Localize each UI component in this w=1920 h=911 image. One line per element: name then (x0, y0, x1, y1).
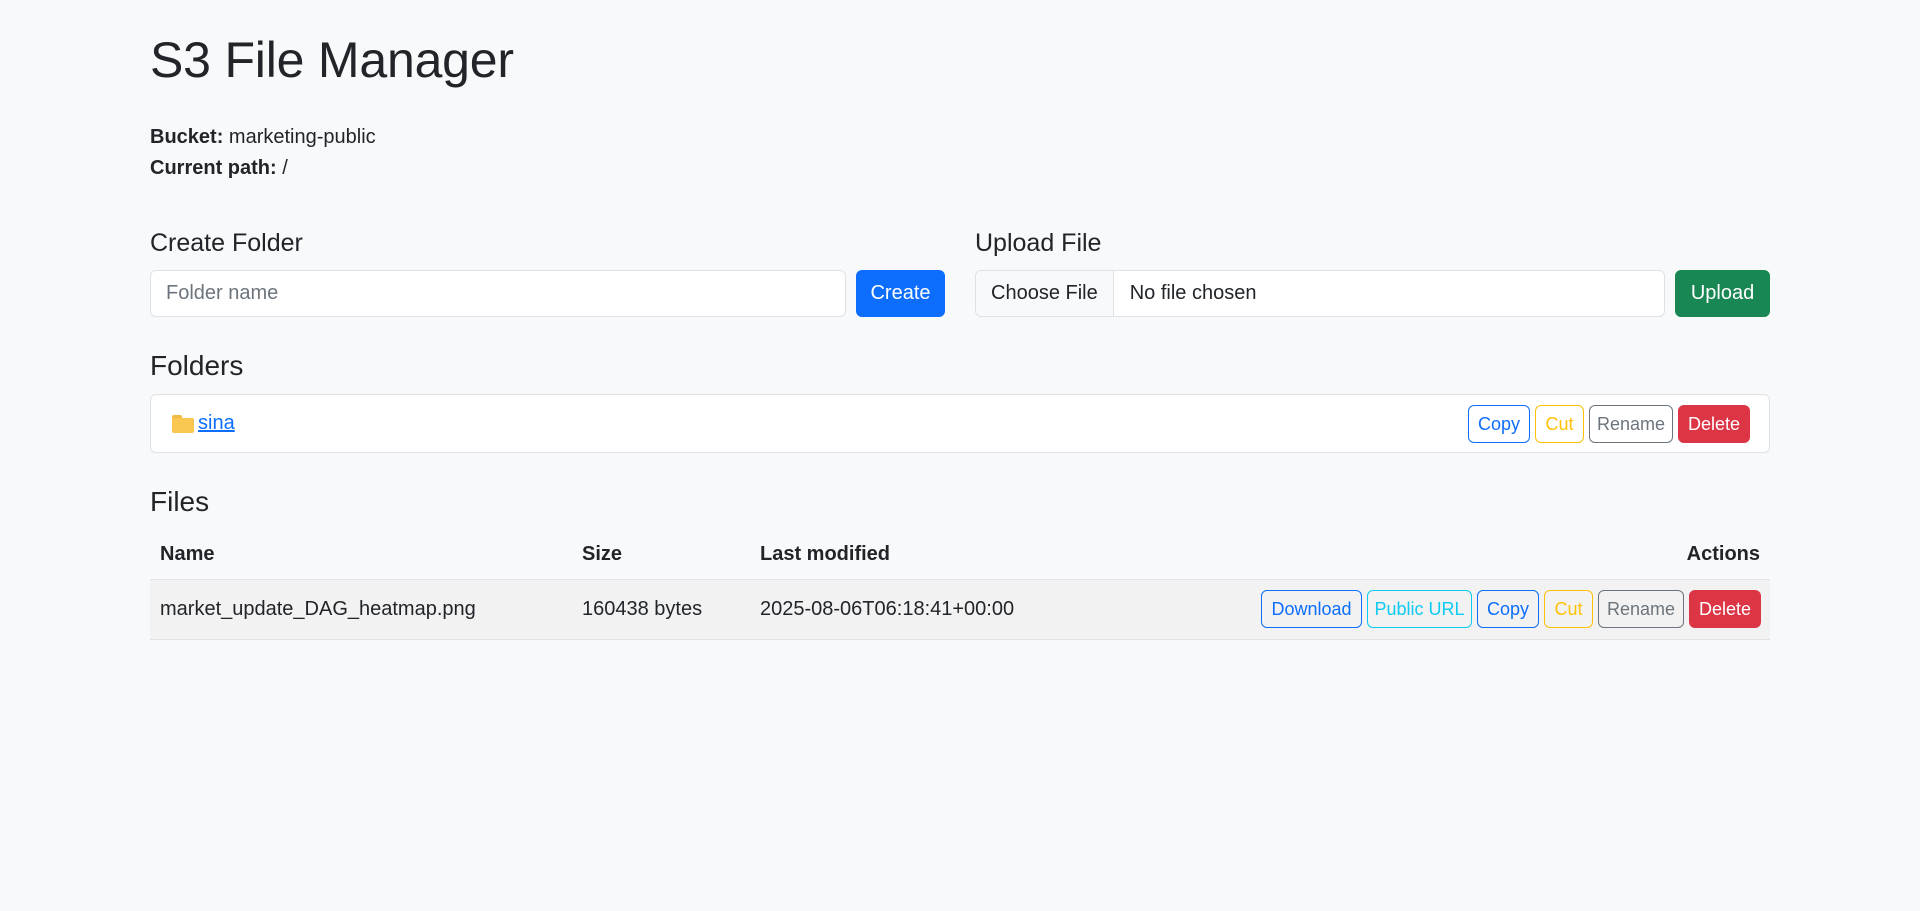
column-header-name: Name (150, 530, 572, 580)
folders-heading: Folders (150, 350, 244, 381)
upload-file-form: Choose File No file chosen Upload (975, 270, 1770, 317)
file-rename-button[interactable]: Rename (1598, 590, 1684, 628)
folder-rename-button[interactable]: Rename (1589, 405, 1673, 443)
upload-file-heading: Upload File (975, 229, 1102, 257)
folder-icon (172, 414, 194, 433)
folder-delete-button[interactable]: Delete (1678, 405, 1750, 443)
files-header-row: Name Size Last modified Actions (150, 530, 1770, 580)
folder-actions: Copy Cut Rename Delete (1468, 405, 1750, 443)
files-table: Name Size Last modified Actions market_u… (150, 530, 1770, 640)
file-name: market_update_DAG_heatmap.png (150, 579, 572, 640)
create-folder-heading: Create Folder (150, 229, 303, 257)
folder-link[interactable]: sina (172, 412, 235, 435)
page-title: S3 File Manager (150, 32, 514, 88)
column-header-size: Size (572, 530, 750, 580)
column-header-modified: Last modified (750, 530, 1103, 580)
file-input[interactable]: Choose File No file chosen (975, 270, 1665, 317)
choose-file-button[interactable]: Choose File (976, 271, 1114, 316)
folder-list-item: sina Copy Cut Rename Delete (150, 394, 1770, 453)
create-folder-form: Create (150, 270, 945, 317)
folder-cut-button[interactable]: Cut (1535, 405, 1584, 443)
bucket-info: Bucket: marketing-public Current path: / (150, 122, 376, 184)
bucket-row: Bucket: marketing-public (150, 122, 376, 153)
bucket-value: marketing-public (228, 126, 376, 148)
table-row: market_update_DAG_heatmap.png 160438 byt… (150, 579, 1770, 640)
file-public-url-button[interactable]: Public URL (1367, 590, 1472, 628)
folder-copy-button[interactable]: Copy (1468, 405, 1530, 443)
files-heading: Files (150, 486, 210, 517)
file-delete-button[interactable]: Delete (1689, 590, 1761, 628)
create-folder-button[interactable]: Create (856, 270, 945, 317)
file-copy-button[interactable]: Copy (1477, 590, 1539, 628)
file-download-button[interactable]: Download (1261, 590, 1362, 628)
column-header-actions: Actions (1102, 530, 1770, 580)
file-modified: 2025-08-06T06:18:41+00:00 (750, 579, 1103, 640)
folder-name-input[interactable] (150, 270, 846, 317)
file-cut-button[interactable]: Cut (1544, 590, 1593, 628)
path-label: Current path: (150, 157, 277, 179)
path-value: / (282, 157, 288, 179)
bucket-label: Bucket: (150, 126, 224, 148)
folder-name: sina (198, 412, 235, 434)
path-row: Current path: / (150, 153, 376, 184)
file-status: No file chosen (1129, 282, 1257, 304)
file-size: 160438 bytes (572, 579, 750, 640)
upload-button[interactable]: Upload (1675, 270, 1770, 317)
file-actions: Download Public URL Copy Cut Rename Dele… (1102, 579, 1770, 640)
